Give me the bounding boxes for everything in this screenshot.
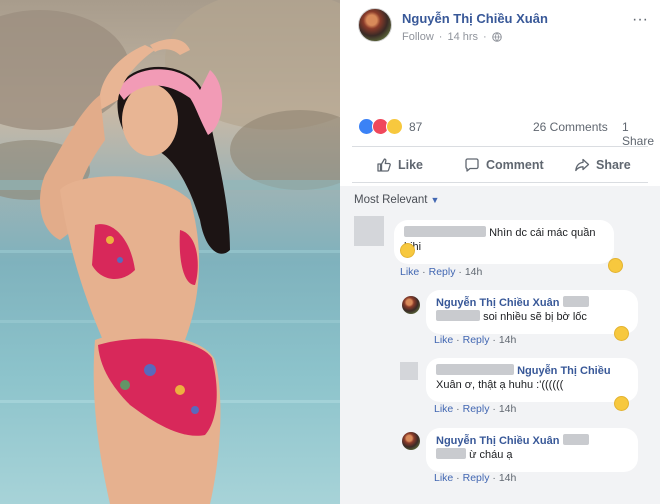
- reply-text: soi nhiều sẽ bị bờ lốc: [483, 311, 587, 323]
- sort-dropdown[interactable]: Most Relevant ▼: [354, 194, 439, 206]
- reply-author[interactable]: Nguyễn Thị Chiều Xuân: [436, 297, 559, 309]
- share-arrow-icon: [575, 158, 590, 172]
- reply-actions: Like · Reply · 14h: [434, 472, 517, 484]
- meta-separator-2: ·: [483, 31, 487, 43]
- redacted-tag: [562, 434, 589, 445]
- reply-time[interactable]: 14h: [499, 472, 517, 484]
- reply-bubble: Nguyễn Thị Chiều Xuân ơ, thật ạ huhu :'(…: [426, 358, 638, 402]
- reply-like-link[interactable]: Like: [434, 403, 453, 415]
- chevron-down-icon: ▼: [430, 195, 440, 205]
- comment-actions: Like · Reply · 14h: [400, 266, 483, 278]
- reply-like-link[interactable]: Like: [434, 472, 453, 484]
- reply-reply-link[interactable]: Reply: [463, 403, 490, 415]
- reply-reply-link[interactable]: Reply: [463, 472, 490, 484]
- globe-icon: [491, 32, 502, 42]
- wow-emoji-icon: [400, 243, 415, 258]
- reaction-count[interactable]: 87: [409, 120, 422, 134]
- reply-text: ừ cháu ạ: [469, 449, 513, 461]
- like-label: Like: [398, 158, 424, 172]
- reply-like-link[interactable]: Like: [434, 334, 453, 346]
- reply-actions: Like · Reply · 14h: [434, 334, 517, 346]
- cry-emoji-icon[interactable]: [614, 326, 629, 341]
- reply-author[interactable]: Nguyễn Thị Chiều Xuân: [436, 435, 559, 447]
- reply-avatar[interactable]: [400, 362, 418, 380]
- reply-avatar[interactable]: [402, 432, 420, 450]
- comment-avatar[interactable]: [354, 216, 384, 246]
- like-thumb-icon: [377, 158, 391, 172]
- photo-illustration: [0, 0, 340, 504]
- sort-label: Most Relevant: [354, 194, 428, 206]
- post-time[interactable]: 14 hrs: [447, 31, 478, 43]
- post-panel: Nguyễn Thị Chiều Xuân Follow · 14 hrs · …: [340, 0, 660, 504]
- more-icon[interactable]: ···: [632, 11, 648, 29]
- reply-text: Xuân ơ, thật ạ huhu :'((((((: [436, 379, 564, 391]
- like-button[interactable]: Like: [376, 152, 423, 178]
- divider-top: [352, 146, 648, 147]
- post-actions: Like Comment Share: [352, 152, 648, 178]
- follow-link[interactable]: Follow: [402, 31, 434, 43]
- post-meta: Follow · 14 hrs ·: [402, 31, 502, 43]
- share-button[interactable]: Share: [574, 152, 631, 178]
- laugh-emoji-icon[interactable]: [608, 258, 623, 273]
- post-photo[interactable]: [0, 0, 340, 504]
- reply-actions: Like · Reply · 14h: [434, 403, 517, 415]
- reply-time[interactable]: 14h: [499, 403, 517, 415]
- laugh-emoji-icon[interactable]: [614, 396, 629, 411]
- comments-section: Most Relevant▼ Nhìn dc cái mác quần hihi…: [340, 186, 660, 504]
- comment-button[interactable]: Comment: [464, 152, 544, 178]
- redacted-tag: [562, 296, 589, 307]
- meta-separator: ·: [438, 31, 443, 43]
- share-label: Share: [596, 158, 631, 172]
- reply-avatar[interactable]: [402, 296, 420, 314]
- shares-count[interactable]: 1 Share: [622, 120, 654, 148]
- comment-reply-link[interactable]: Reply: [429, 266, 456, 278]
- divider-bottom: [352, 182, 648, 183]
- reply-time[interactable]: 14h: [499, 334, 517, 346]
- comment-bubble-icon: [465, 158, 479, 172]
- comment-bubble: Nhìn dc cái mác quần hihi: [394, 220, 614, 264]
- reply-mention[interactable]: Nguyễn Thị Chiều: [517, 365, 611, 377]
- redacted-name: [404, 226, 486, 237]
- comments-count[interactable]: 26 Comments: [533, 120, 608, 134]
- comment-time[interactable]: 14h: [465, 266, 483, 278]
- reply-bubble: Nguyễn Thị Chiều Xuân ừ cháu ạ: [426, 428, 638, 472]
- redacted-tag: [436, 310, 480, 321]
- comment-label: Comment: [486, 158, 544, 172]
- redacted-tag: [436, 448, 466, 459]
- reply-bubble: Nguyễn Thị Chiều Xuân soi nhiều sẽ bị bờ…: [426, 290, 638, 334]
- comment-like-link[interactable]: Like: [400, 266, 419, 278]
- reactions-summary[interactable]: 87 26 Comments 1 Share: [358, 118, 654, 148]
- post-header: Nguyễn Thị Chiều Xuân Follow · 14 hrs · …: [340, 0, 660, 56]
- author-name[interactable]: Nguyễn Thị Chiều Xuân: [402, 11, 548, 26]
- author-avatar[interactable]: [358, 8, 392, 42]
- reply-reply-link[interactable]: Reply: [463, 334, 490, 346]
- reaction-wow-icon: [386, 118, 403, 135]
- redacted-name: [436, 364, 514, 375]
